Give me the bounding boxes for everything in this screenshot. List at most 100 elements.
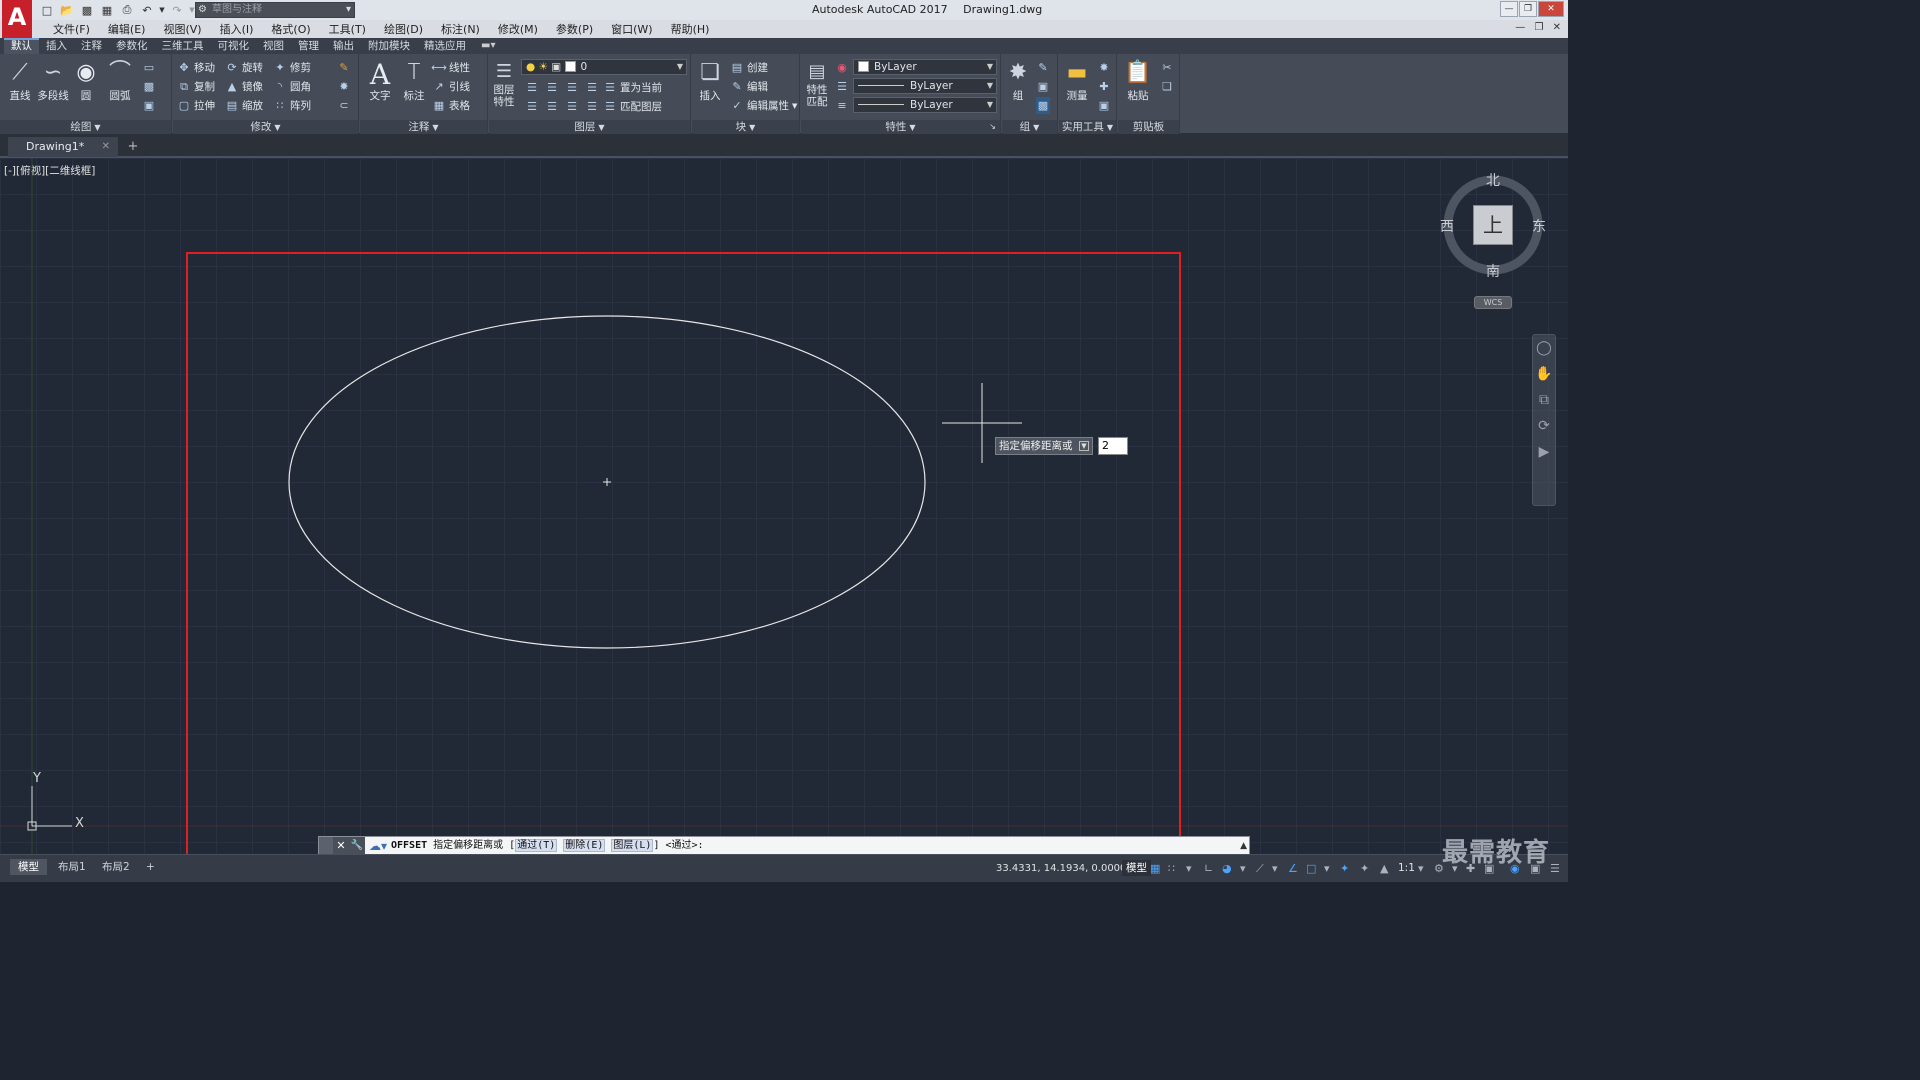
drawing-canvas[interactable]: [-][俯视][二维线框] Y X 北 南 东 西 上 WCS ◯ ✋ ⧉ ⟳ … — [0, 158, 1568, 854]
customization-menu-icon[interactable]: ☰ — [1550, 862, 1560, 875]
cut-button[interactable]: ✂ — [1160, 59, 1174, 76]
copy-clip-button[interactable]: ❏ — [1160, 78, 1174, 95]
linetype-button[interactable]: ☰ — [835, 78, 849, 95]
layer-select[interactable]: ● ☀ ▣ 0 ▼ — [521, 59, 687, 75]
paste-button[interactable]: 📋 粘贴 — [1120, 58, 1156, 114]
maximize-button[interactable]: ❐ — [1519, 1, 1537, 17]
arc-button[interactable]: ⌒ 圆弧 — [102, 58, 138, 114]
measure-button[interactable]: ▬ 测量 — [1059, 58, 1095, 114]
dimension-button[interactable]: ⟙ 标注 — [396, 58, 432, 114]
ribbon-minimize-icon[interactable]: ▬▾ — [473, 38, 503, 54]
lineweight-select[interactable]: ByLayer ▼ — [853, 97, 997, 113]
compass-south[interactable]: 南 — [1486, 261, 1500, 281]
dynamic-input-value[interactable]: 2 — [1098, 437, 1128, 455]
panel-dialog-launcher-icon[interactable]: ↘ — [989, 120, 996, 134]
linetype-select[interactable]: ByLayer ▼ — [853, 78, 997, 94]
save-icon[interactable]: ▩ — [78, 2, 96, 19]
viewcube-top-face[interactable]: 上 — [1473, 205, 1513, 245]
file-tab-drawing1[interactable]: Drawing1* ✕ — [8, 137, 118, 157]
stretch-button[interactable]: ▢ 拉伸 — [177, 97, 215, 114]
rotate-button[interactable]: ⟳ 旋转 — [225, 59, 263, 76]
menu-insert[interactable]: 插入(I) — [211, 21, 263, 37]
options-arrow-icon[interactable]: ▼ — [1079, 441, 1089, 451]
polyline-button[interactable]: ∽ 多段线 — [34, 58, 72, 114]
command-line[interactable]: ✕ 🔧 ☁▾ OFFSET 指定偏移距离或 [通过(T) 删除(E) 图层(L)… — [318, 836, 1250, 854]
line-button[interactable]: ⟋ 直线 — [2, 58, 38, 114]
tab-3d-tools[interactable]: 三维工具 — [155, 38, 211, 54]
move-button[interactable]: ✥ 移动 — [177, 59, 215, 76]
mirror-button[interactable]: ▲ 镜像 — [225, 78, 263, 95]
layer-tool-8[interactable]: ☰ — [585, 98, 599, 115]
command-line-grip-handle[interactable] — [319, 837, 333, 854]
steering-wheel-icon[interactable]: ◯ — [1533, 335, 1555, 361]
scale-button[interactable]: ▤ 缩放 — [225, 97, 263, 114]
tab-annotate[interactable]: 注释 — [74, 38, 109, 54]
utility-tool-1[interactable]: ✸ — [1097, 59, 1111, 76]
utilities-panel-title[interactable]: 实用工具 ▼ — [1059, 120, 1116, 134]
copy-button[interactable]: ⧉ 复制 — [177, 78, 215, 95]
menu-dimension[interactable]: 标注(N) — [432, 21, 489, 37]
layer-tool-1[interactable]: ☰ — [525, 79, 539, 96]
menu-help[interactable]: 帮助(H) — [662, 21, 719, 37]
snap-icon[interactable]: ∷ — [1168, 862, 1175, 875]
polar-icon[interactable]: ◕ — [1222, 862, 1232, 875]
menu-draw[interactable]: 绘图(D) — [375, 21, 432, 37]
utility-tool-2[interactable]: ✚ — [1097, 78, 1111, 95]
set-current-button[interactable]: ☰ 置为当前 — [603, 79, 662, 96]
group-tool-2[interactable]: ▣ — [1036, 78, 1050, 95]
properties-panel-title[interactable]: 特性 ▼ ↘ — [801, 120, 1000, 134]
layout-tab-layout1[interactable]: 布局1 — [50, 859, 94, 875]
rectangle-tool[interactable]: ▭ — [142, 59, 156, 76]
layer-tool-6[interactable]: ☰ — [545, 98, 559, 115]
undo-dropdown-icon[interactable]: ▼ — [158, 2, 166, 19]
close-icon[interactable]: ✕ — [102, 137, 110, 157]
annotation-scale-value[interactable]: 1:1 — [1398, 862, 1415, 874]
layer-properties-button[interactable]: ☰ 图层 特性 — [489, 60, 519, 116]
model-space-button[interactable]: 模型 — [1122, 860, 1151, 876]
groups-panel-title[interactable]: 组 ▼ — [1002, 120, 1057, 134]
edit-block-button[interactable]: ✎ 编辑 — [730, 78, 768, 95]
compass-north[interactable]: 北 — [1486, 170, 1500, 190]
new-file-icon[interactable]: □ — [38, 2, 56, 19]
ortho-icon[interactable]: ∟ — [1204, 862, 1213, 875]
tab-insert[interactable]: 插入 — [39, 38, 74, 54]
application-menu-button[interactable]: A — [2, 0, 32, 38]
coordinate-readout[interactable]: 33.4331, 14.1934, 0.0000 — [996, 863, 1126, 874]
option-through[interactable]: 通过(T) — [515, 839, 558, 852]
leader-button[interactable]: ↗ 引线 — [432, 78, 470, 95]
chevron-down-icon[interactable]: ▾ — [1186, 862, 1192, 875]
lineweight-button[interactable]: ≡ — [835, 97, 849, 114]
edit-attributes-button[interactable]: ✓ 编辑属性 ▼ — [730, 97, 797, 114]
clipboard-panel-title[interactable]: 剪贴板 — [1118, 120, 1179, 134]
object-snap-tracking-icon[interactable]: ∠ — [1288, 862, 1298, 875]
undo-icon[interactable]: ↶ — [138, 2, 156, 19]
menu-parametric[interactable]: 参数(P) — [547, 21, 602, 37]
wcs-menu-button[interactable]: WCS — [1474, 296, 1512, 309]
layout-tab-layout2[interactable]: 布局2 — [94, 859, 138, 875]
command-line-close-icon[interactable]: ✕ — [333, 837, 349, 854]
table-button[interactable]: ▦ 表格 — [432, 97, 470, 114]
utility-tool-3[interactable]: ▣ — [1097, 97, 1111, 114]
auto-scale-icon[interactable]: ✦ — [1360, 862, 1369, 875]
compass-east[interactable]: 东 — [1532, 216, 1546, 236]
tab-addins[interactable]: 附加模块 — [361, 38, 417, 54]
annotation-panel-title[interactable]: 注释 ▼ — [360, 120, 487, 134]
layer-tool-7[interactable]: ☰ — [565, 98, 579, 115]
color-wheel-button[interactable]: ◉ — [835, 59, 849, 76]
layer-tool-2[interactable]: ☰ — [545, 79, 559, 96]
array-button[interactable]: ∷ 阵列 — [273, 97, 312, 114]
compass-west[interactable]: 西 — [1440, 216, 1454, 236]
option-layer[interactable]: 图层(L) — [611, 839, 654, 852]
text-button[interactable]: A 文字 — [362, 58, 398, 114]
pan-icon[interactable]: ✋ — [1533, 361, 1555, 387]
chevron-down-icon[interactable]: ▾ — [1418, 862, 1424, 875]
showmotion-icon[interactable]: ▶ — [1533, 439, 1555, 465]
create-block-button[interactable]: ▤ 创建 — [730, 59, 768, 76]
isodraft-icon[interactable]: ⟋ — [1256, 862, 1264, 876]
wrench-icon[interactable]: 🔧 — [349, 837, 365, 854]
chevron-down-icon[interactable]: ▾ — [1272, 862, 1278, 875]
fillet-button[interactable]: ◝ 圆角 — [273, 78, 311, 95]
tab-featured-apps[interactable]: 精选应用 — [417, 38, 473, 54]
annotation-scale-icon[interactable]: ▲ — [1380, 862, 1388, 875]
layers-panel-title[interactable]: 图层 ▼ — [489, 120, 690, 134]
